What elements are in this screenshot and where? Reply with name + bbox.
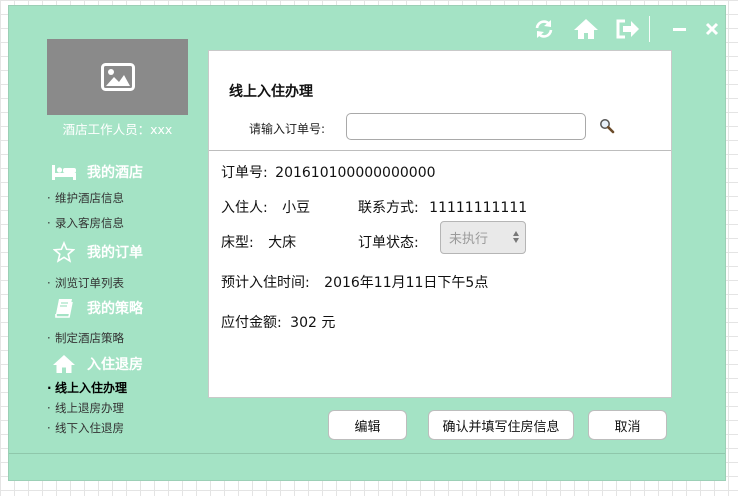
divider (209, 150, 671, 151)
contact-label: 联系方式: (358, 200, 419, 216)
cancel-button[interactable]: 取消 (588, 410, 667, 440)
nav-item-online-checkin[interactable]: · 线上入住办理 (47, 379, 127, 396)
order-number-input[interactable] (346, 113, 586, 140)
nav-section-checkin-checkout[interactable]: 入住退房 (51, 352, 143, 376)
page-title: 线上入住办理 (229, 84, 313, 100)
order-number-row: 订单号: 201610100000000000 (221, 162, 436, 182)
bullet: · (47, 421, 51, 435)
bullet: · (47, 191, 51, 205)
nav-section-title: 我的策略 (87, 301, 143, 317)
bed-icon (51, 161, 77, 183)
checkin-panel: 线上入住办理 请输入订单号: 订单号: 201610100000000000 入… (208, 50, 672, 398)
nav-section-my-orders[interactable]: 我的订单 (51, 240, 143, 264)
titlebar-divider (649, 16, 650, 42)
nav-item-label: 线下入住退房 (55, 421, 124, 435)
nav-item-label: 线上退房办理 (55, 401, 124, 415)
amount-row: 应付金额: 302 元 (221, 312, 335, 332)
nav-item-label: 维护酒店信息 (55, 191, 124, 205)
bed-type-label: 床型: (221, 235, 254, 251)
bullet: · (47, 276, 51, 290)
bullet: · (47, 401, 51, 415)
nav-section-title: 我的订单 (87, 245, 143, 261)
nav-section-my-hotel[interactable]: 我的酒店 (51, 160, 143, 184)
app-window: 酒店工作人员：xxx 我的酒店 · 维护酒店信息 · 录入客房信息 我的订单 · 浏览… (8, 5, 726, 481)
checkin-time-label: 预计入住时间: (221, 275, 310, 291)
home-icon[interactable] (573, 18, 599, 40)
select-arrows-icon (513, 231, 519, 243)
search-icon[interactable] (599, 118, 615, 138)
bullet: · (47, 381, 52, 395)
guest-row: 入住人: 小豆 (221, 197, 310, 217)
status-label: 订单状态: (358, 235, 419, 251)
guest-value: 小豆 (282, 200, 311, 216)
order-status-value: 未执行 (449, 232, 489, 247)
nav-section-my-strategy[interactable]: 我的策略 (51, 296, 143, 320)
amount-label: 应付金额: (221, 315, 282, 331)
nav-item-offline-checkin-checkout[interactable]: · 线下入住退房 (47, 420, 124, 436)
close-icon[interactable] (701, 18, 723, 40)
nav-item-make-strategy[interactable]: · 制定酒店策略 (47, 330, 124, 346)
contact-value: 11111111111 (429, 200, 528, 216)
order-status-select[interactable]: 未执行 (440, 221, 526, 254)
star-icon (51, 241, 77, 263)
logout-icon[interactable] (615, 18, 641, 40)
edit-button[interactable]: 编辑 (328, 410, 407, 440)
bullet: · (47, 331, 51, 345)
nav-item-enter-rooms[interactable]: · 录入客房信息 (47, 215, 124, 231)
avatar (47, 39, 188, 115)
order-number-label: 订单号: (221, 165, 268, 181)
nav-item-online-checkout[interactable]: · 线上退房办理 (47, 400, 124, 416)
bed-type-value: 大床 (268, 235, 297, 251)
nav-section-title: 入住退房 (87, 357, 143, 373)
nav-item-label: 制定酒店策略 (55, 331, 124, 345)
nav-item-maintain-hotel[interactable]: · 维护酒店信息 (47, 190, 124, 206)
amount-value: 302 元 (290, 315, 336, 331)
home-icon (51, 353, 77, 375)
image-placeholder-icon (100, 63, 135, 91)
confirm-fill-room-info-button[interactable]: 确认并填写住房信息 (428, 410, 574, 440)
search-label: 请输入订单号: (249, 122, 326, 136)
guest-label: 入住人: (221, 200, 268, 216)
order-number-value: 201610100000000000 (275, 165, 436, 181)
contact-row: 联系方式: 11111111111 (358, 197, 527, 217)
nav-item-label: 线上入住办理 (55, 381, 128, 395)
nav-item-browse-orders[interactable]: · 浏览订单列表 (47, 275, 124, 291)
checkin-time-value: 2016年11月11日下午5点 (324, 275, 489, 291)
refresh-icon[interactable] (533, 18, 555, 40)
nav-item-label: 录入客房信息 (55, 216, 124, 230)
book-icon (51, 297, 77, 319)
footer-divider (9, 453, 725, 454)
checkin-time-row: 预计入住时间: 2016年11月11日下午5点 (221, 272, 488, 292)
nav-section-title: 我的酒店 (87, 165, 143, 181)
bullet: · (47, 216, 51, 230)
bed-row: 床型: 大床 (221, 232, 296, 252)
staff-label: 酒店工作人员：xxx (62, 122, 173, 137)
minimize-icon[interactable] (668, 18, 690, 40)
nav-item-label: 浏览订单列表 (55, 276, 124, 290)
